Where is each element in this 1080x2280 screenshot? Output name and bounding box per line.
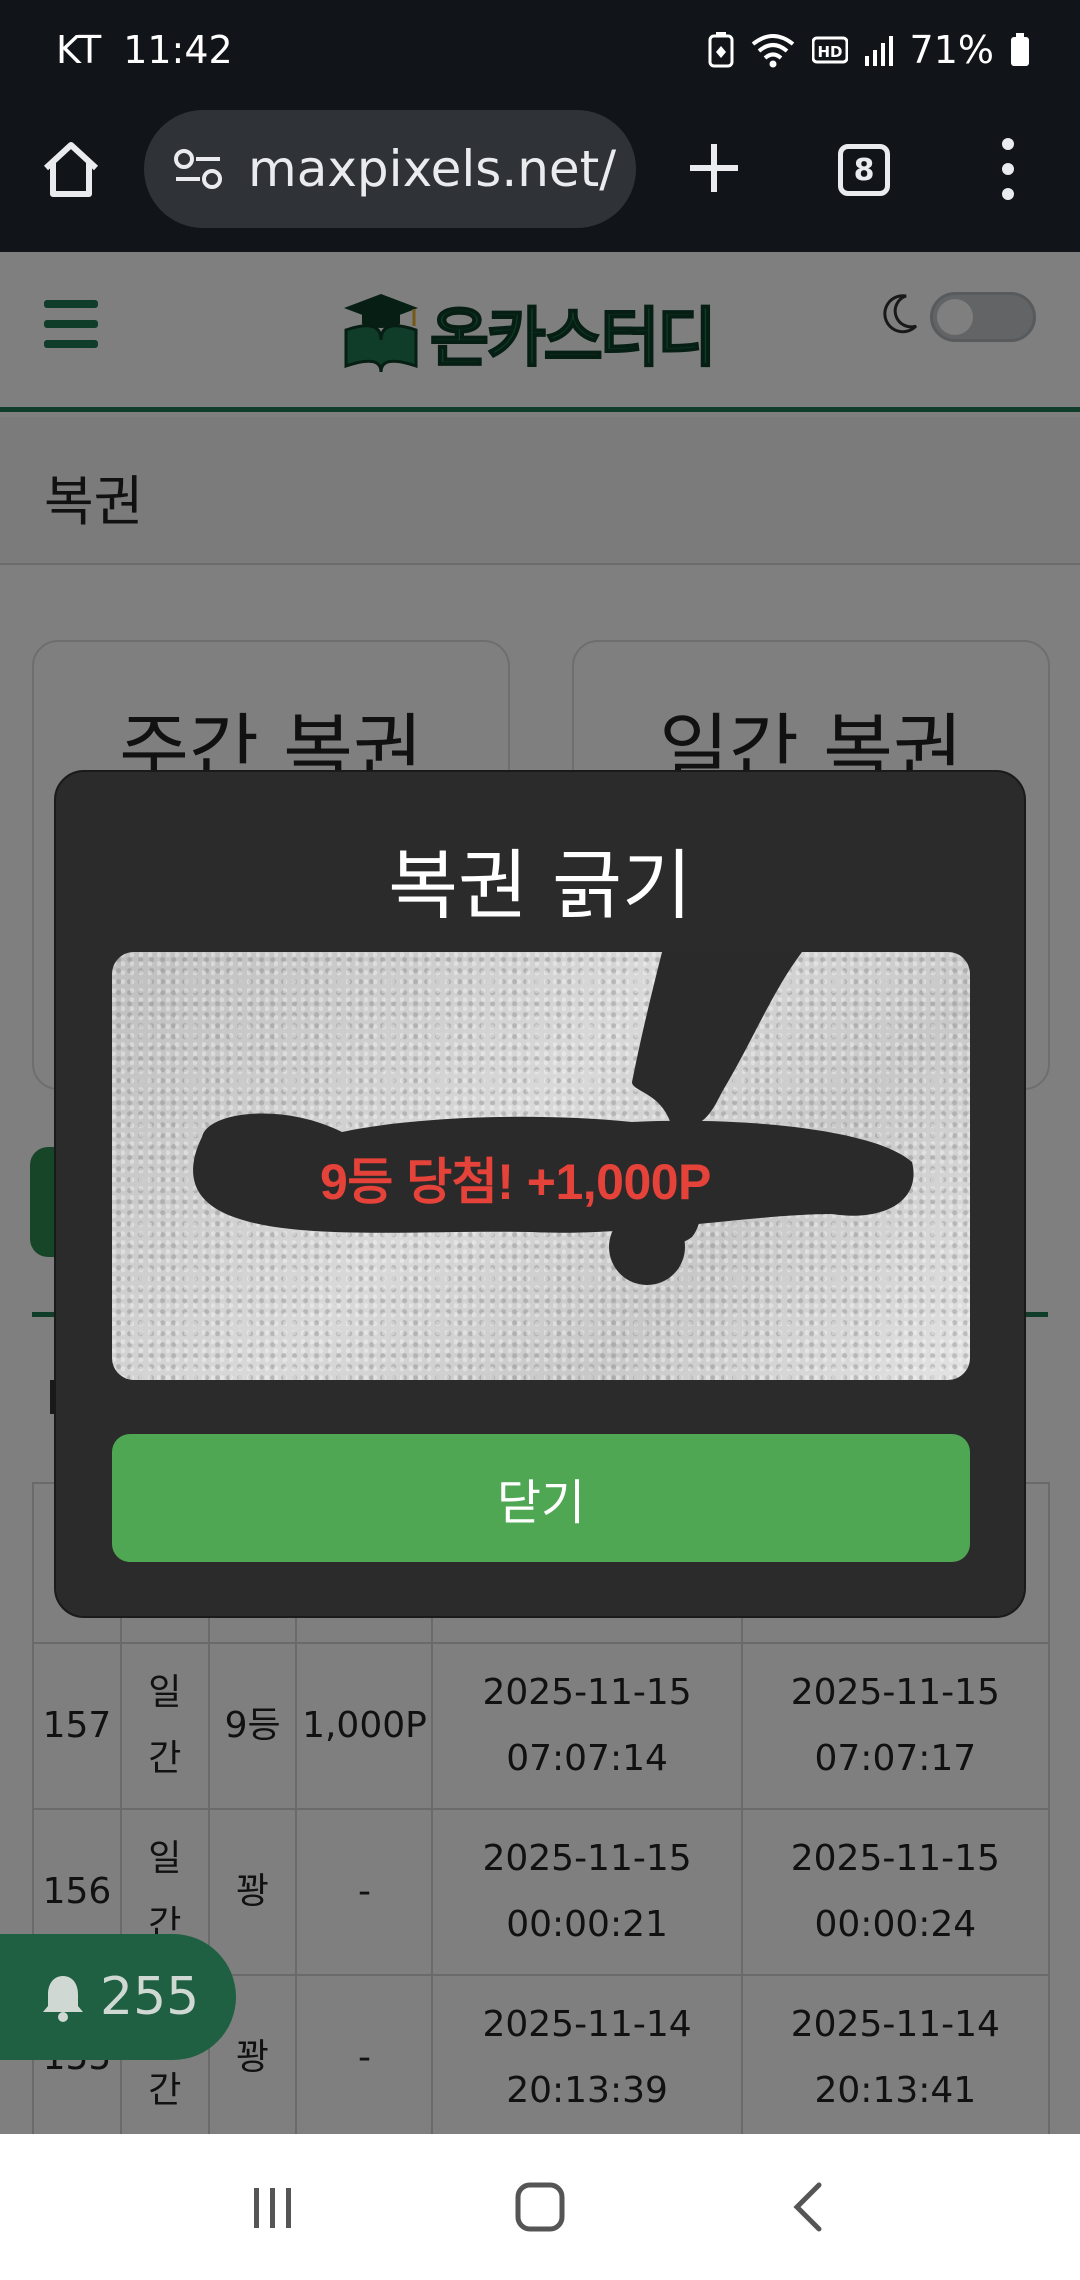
- new-tab-button[interactable]: [686, 140, 742, 196]
- clock: 11:42: [123, 28, 233, 72]
- tab-switcher-button[interactable]: 8: [838, 144, 890, 196]
- recent-apps-button[interactable]: [238, 2172, 308, 2242]
- status-bar: KT 11:42 HD 71%: [0, 0, 1080, 100]
- notification-count: 255: [100, 1967, 200, 2027]
- bell-icon: [43, 1976, 83, 2022]
- battery-saver-icon: [708, 32, 734, 68]
- home-nav-button[interactable]: [505, 2172, 575, 2242]
- status-right: HD 71%: [708, 28, 1030, 72]
- screen: KT 11:42 HD 71% maxpixels.net/ 8 255 복권 …: [0, 0, 1080, 2280]
- close-button[interactable]: 닫기: [112, 1434, 970, 1562]
- svg-text:HD: HD: [817, 43, 842, 61]
- battery-percent: 71%: [909, 28, 994, 72]
- url-text[interactable]: maxpixels.net/: [248, 140, 616, 198]
- site-settings-icon[interactable]: [172, 147, 224, 191]
- home-icon: [43, 142, 99, 197]
- back-button[interactable]: [772, 2172, 842, 2242]
- browser-menu-button[interactable]: [996, 138, 1020, 200]
- tab-count: 8: [853, 152, 875, 188]
- hd-voice-icon: HD: [811, 35, 848, 65]
- scratch-modal: 복권 긁기 9등 당첨! +1,000P 닫기: [54, 770, 1026, 1618]
- recents-icon: [254, 2188, 292, 2228]
- wifi-icon: [750, 32, 796, 68]
- address-bar[interactable]: maxpixels.net/: [144, 110, 636, 228]
- notification-button[interactable]: 255: [0, 1934, 236, 2060]
- status-left: KT 11:42: [56, 28, 233, 72]
- scratch-card[interactable]: 9등 당첨! +1,000P: [112, 952, 970, 1380]
- home-square-icon: [515, 2182, 565, 2232]
- prize-result-text: 9등 당첨! +1,000P: [320, 1154, 711, 1210]
- browser-toolbar: maxpixels.net/ 8: [0, 100, 1080, 252]
- chevron-left-icon: [793, 2182, 822, 2232]
- plus-icon: [690, 144, 738, 192]
- battery-icon: [1010, 33, 1030, 67]
- system-nav-bar: [0, 2134, 1080, 2280]
- home-button[interactable]: [40, 138, 102, 200]
- carrier-label: KT: [56, 28, 102, 72]
- signal-icon: [864, 34, 894, 66]
- modal-title: 복권 긁기: [388, 841, 692, 930]
